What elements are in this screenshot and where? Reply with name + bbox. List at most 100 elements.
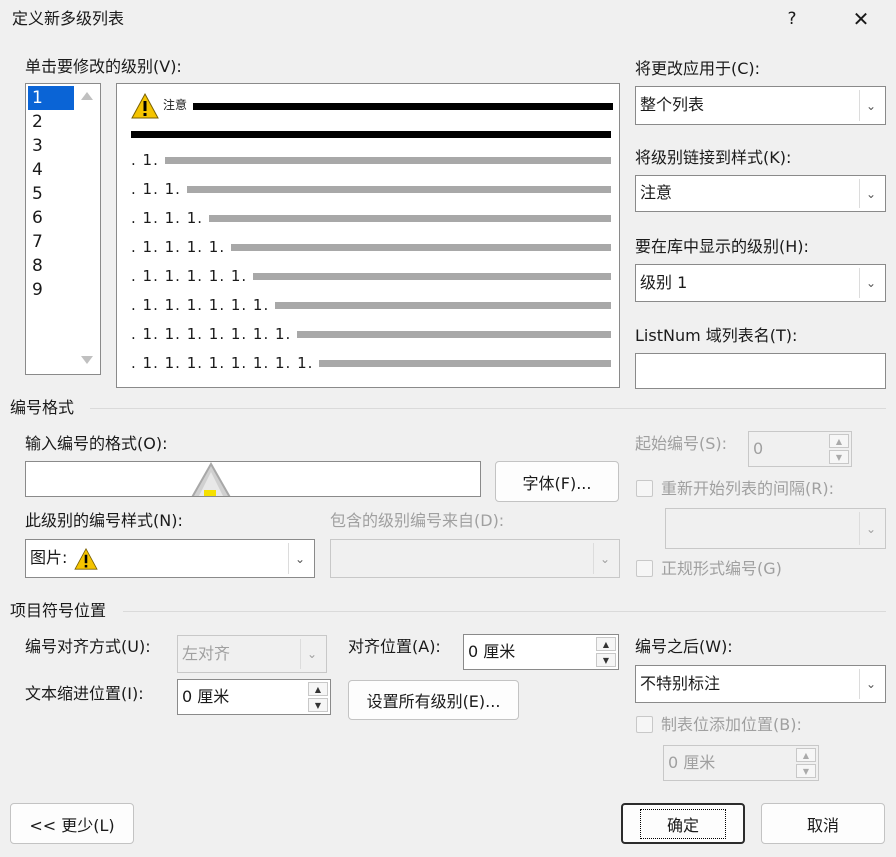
chevron-down-icon: ⌄ bbox=[288, 543, 311, 574]
cancel-button[interactable]: 取消 bbox=[761, 803, 885, 844]
preview-row-number: . 1. 1. 1. 1. 1. 1. 1. 1. bbox=[131, 354, 314, 372]
tab-spinner[interactable]: 0 厘米 ▲ ▼ bbox=[663, 745, 819, 781]
align-at-spinner[interactable]: 0 厘米 ▲ ▼ bbox=[463, 634, 619, 670]
chevron-down-icon: ⌄ bbox=[859, 90, 882, 121]
restart-select[interactable]: ⌄ bbox=[665, 508, 886, 549]
style-label: 此级别的编号样式(N): bbox=[25, 511, 183, 530]
level-list-label: 单击要修改的级别(V): bbox=[25, 57, 182, 76]
format-input[interactable] bbox=[25, 461, 481, 497]
preview-row: . 1. 1. 1. 1. bbox=[131, 237, 611, 257]
legal-label: 正规形式编号(G) bbox=[661, 559, 782, 578]
level-items: 123456789 bbox=[28, 86, 74, 302]
spin-down-icon[interactable]: ▼ bbox=[596, 653, 616, 667]
legal-checkbox[interactable] bbox=[636, 560, 653, 577]
level-item[interactable]: 5 bbox=[28, 182, 74, 206]
preview-row: . 1. 1. 1. 1. 1. 1. 1. 1. bbox=[131, 353, 611, 373]
align-select[interactable]: 左对齐 ⌄ bbox=[177, 635, 327, 673]
preview-row-bar bbox=[231, 243, 611, 251]
link-style-select[interactable]: 注意 ⌄ bbox=[635, 175, 886, 212]
spin-down-icon[interactable]: ▼ bbox=[829, 450, 849, 464]
position-title: 项目符号位置 bbox=[10, 601, 107, 620]
level-item[interactable]: 2 bbox=[28, 110, 74, 134]
close-button[interactable]: ✕ bbox=[843, 6, 879, 32]
preview-row-number: . 1. 1. 1. 1. 1. 1. 1. bbox=[131, 325, 292, 343]
link-style-value: 注意 bbox=[640, 183, 673, 202]
preview-row-number: . 1. 1. 1. bbox=[131, 209, 204, 227]
apply-to-select[interactable]: 整个列表 ⌄ bbox=[635, 86, 886, 125]
align-at-label: 对齐位置(A): bbox=[348, 637, 441, 656]
indent-spinner[interactable]: 0 厘米 ▲ ▼ bbox=[177, 679, 331, 715]
spin-down-icon[interactable]: ▼ bbox=[308, 698, 328, 712]
chevron-down-icon: ⌄ bbox=[859, 512, 882, 545]
chevron-down-icon: ⌄ bbox=[593, 543, 616, 574]
level-item[interactable]: 3 bbox=[28, 134, 74, 158]
preview-row-bar bbox=[164, 156, 611, 164]
set-all-levels-label: 设置所有级别(E)... bbox=[366, 692, 501, 711]
restart-checkbox[interactable] bbox=[636, 480, 653, 497]
chevron-down-icon: ⌄ bbox=[859, 268, 882, 298]
scroll-up-icon[interactable] bbox=[81, 92, 93, 100]
chevron-down-icon: ⌄ bbox=[859, 669, 882, 699]
start-label: 起始编号(S): bbox=[635, 434, 728, 453]
link-style-label: 将级别链接到样式(K): bbox=[635, 148, 792, 167]
preview-row: . 1. bbox=[131, 150, 611, 170]
apply-to-value: 整个列表 bbox=[640, 95, 705, 114]
preview-pane: 注意 . 1.. 1. 1.. 1. 1. 1.. 1. 1. 1. 1.. 1… bbox=[116, 83, 620, 388]
align-at-value: 0 厘米 bbox=[468, 642, 516, 661]
ok-button-label: 确定 bbox=[639, 808, 727, 839]
spin-up-icon[interactable]: ▲ bbox=[829, 434, 849, 448]
level-item[interactable]: 7 bbox=[28, 230, 74, 254]
preview-row-bar bbox=[186, 185, 611, 193]
apply-to-label: 将更改应用于(C): bbox=[635, 59, 761, 78]
follow-value: 不特别标注 bbox=[640, 674, 721, 693]
restart-label: 重新开始列表的间隔(R): bbox=[661, 479, 834, 498]
preview-row: . 1. 1. 1. 1. 1. 1. bbox=[131, 295, 611, 315]
include-select[interactable]: ⌄ bbox=[330, 539, 620, 578]
spin-down-icon[interactable]: ▼ bbox=[796, 764, 816, 778]
level-item[interactable]: 8 bbox=[28, 254, 74, 278]
preview-row: . 1. 1. bbox=[131, 179, 611, 199]
number-style-value: 图片: bbox=[30, 548, 68, 567]
warning-icon bbox=[74, 548, 98, 570]
gallery-level-select[interactable]: 级别 1 ⌄ bbox=[635, 264, 886, 302]
less-button[interactable]: << 更少(L) bbox=[10, 803, 134, 844]
preview-row-number: . 1. 1. 1. 1. 1. 1. bbox=[131, 296, 270, 314]
set-all-levels-button[interactable]: 设置所有级别(E)... bbox=[348, 680, 519, 720]
spin-up-icon[interactable]: ▲ bbox=[796, 748, 816, 762]
follow-select[interactable]: 不特别标注 ⌄ bbox=[635, 665, 886, 703]
ok-button[interactable]: 确定 bbox=[621, 803, 745, 844]
spin-up-icon[interactable]: ▲ bbox=[596, 637, 616, 651]
listnum-input[interactable] bbox=[635, 353, 886, 389]
window-title: 定义新多级列表 bbox=[12, 9, 125, 28]
less-button-label: << 更少(L) bbox=[29, 815, 115, 835]
spin-up-icon[interactable]: ▲ bbox=[308, 682, 328, 696]
font-button[interactable]: 字体(F)... bbox=[495, 461, 619, 502]
level-list[interactable]: 123456789 bbox=[25, 83, 101, 375]
divider bbox=[90, 408, 886, 409]
gallery-level-value: 级别 1 bbox=[640, 273, 688, 292]
help-button[interactable]: ? bbox=[780, 6, 804, 32]
gallery-level-label: 要在库中显示的级别(H): bbox=[635, 237, 809, 256]
number-format-title: 编号格式 bbox=[10, 398, 75, 417]
listnum-label: ListNum 域列表名(T): bbox=[635, 326, 798, 345]
tab-label: 制表位添加位置(B): bbox=[661, 715, 802, 734]
scroll-down-icon[interactable] bbox=[81, 356, 93, 364]
level-item[interactable]: 1 bbox=[28, 86, 74, 110]
indent-label: 文本缩进位置(I): bbox=[25, 684, 144, 703]
level-item[interactable]: 4 bbox=[28, 158, 74, 182]
level-item[interactable]: 9 bbox=[28, 278, 74, 302]
number-style-select[interactable]: 图片: ⌄ bbox=[25, 539, 315, 578]
start-spinner[interactable]: 0 ▲ ▼ bbox=[748, 431, 852, 467]
level-scrollbar[interactable] bbox=[76, 84, 100, 374]
preview-row-number: . 1. 1. 1. 1. bbox=[131, 238, 226, 256]
preview-row-bar bbox=[297, 330, 611, 338]
format-label: 输入编号的格式(O): bbox=[25, 434, 168, 453]
preview-row-bar bbox=[275, 301, 611, 309]
preview-row-bar bbox=[209, 214, 611, 222]
level-item[interactable]: 6 bbox=[28, 206, 74, 230]
preview-rows: . 1. . 1. 1. . 1. 1. 1. . 1. 1. 1. 1. . 1. 1… bbox=[117, 84, 619, 387]
cancel-button-label: 取消 bbox=[806, 815, 839, 835]
preview-row: . 1. 1. 1. bbox=[131, 208, 611, 228]
tab-checkbox[interactable] bbox=[636, 716, 653, 733]
font-button-label: 字体(F)... bbox=[522, 473, 592, 493]
